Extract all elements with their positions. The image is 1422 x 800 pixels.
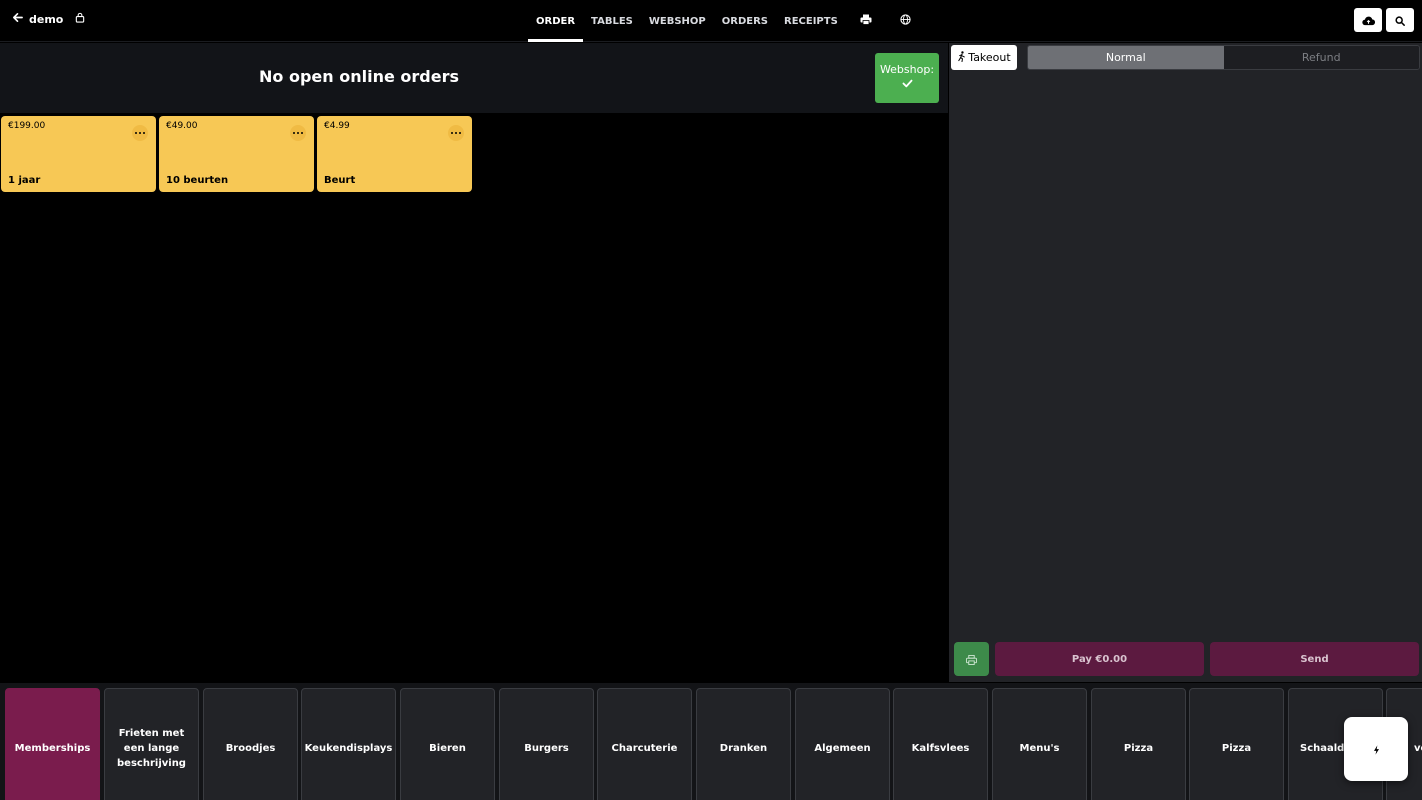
- search-icon: [1395, 11, 1405, 30]
- product-price: €49.00: [166, 121, 198, 131]
- more-options-icon[interactable]: [448, 125, 464, 141]
- product-card[interactable]: €199.00 1 jaar: [1, 116, 156, 192]
- top-right-actions: [1354, 8, 1414, 32]
- takeout-label: Takeout: [968, 51, 1011, 64]
- cloud-upload-icon: [1361, 11, 1375, 30]
- send-button[interactable]: Send: [1210, 642, 1419, 676]
- product-card[interactable]: €49.00 10 beurten: [159, 116, 314, 192]
- back-label: demo: [29, 12, 64, 26]
- walking-person-icon: [957, 50, 967, 65]
- tab-printer[interactable]: [846, 0, 886, 42]
- back-button[interactable]: demo: [12, 12, 85, 26]
- lock-icon[interactable]: [75, 12, 85, 26]
- print-receipt-button[interactable]: [954, 642, 989, 676]
- product-grid: €199.00 1 jaar €49.00 10 beurten €4.99 B…: [1, 116, 472, 192]
- quick-action-button[interactable]: [1344, 717, 1408, 781]
- tab-orders[interactable]: ORDERS: [714, 0, 776, 42]
- product-area: No open online orders Webshop: €199.00 1…: [0, 43, 948, 682]
- product-price: €4.99: [324, 121, 350, 131]
- printer-icon: [966, 650, 977, 669]
- tab-order[interactable]: ORDER: [528, 0, 584, 42]
- webshop-toggle-button[interactable]: Webshop:: [875, 53, 939, 103]
- mode-refund[interactable]: Refund: [1223, 46, 1419, 69]
- takeout-button[interactable]: Takeout: [951, 45, 1017, 70]
- category-frieten[interactable]: Frieten met een lange beschrijving: [104, 688, 199, 800]
- tab-webshop[interactable]: WEBSHOP: [641, 0, 714, 42]
- category-charcuterie[interactable]: Charcuterie: [597, 688, 692, 800]
- category-dranken[interactable]: Dranken: [696, 688, 791, 800]
- top-bar: demo ORDER TABLES WEBSHOP ORDERS RECEIPT…: [0, 0, 1422, 42]
- product-name: Beurt: [324, 175, 356, 186]
- category-bieren[interactable]: Bieren: [400, 688, 495, 800]
- product-card[interactable]: €4.99 Beurt: [317, 116, 472, 192]
- product-price: €199.00: [8, 121, 46, 131]
- category-burgers[interactable]: Burgers: [499, 688, 594, 800]
- arrow-left-icon: [12, 12, 23, 26]
- category-keukendisplays[interactable]: Keukendisplays: [301, 688, 396, 800]
- mode-normal[interactable]: Normal: [1028, 46, 1224, 69]
- lightning-icon: [1373, 740, 1380, 759]
- sync-button[interactable]: [1354, 8, 1382, 32]
- category-kalfsvlees[interactable]: Kalfsvlees: [893, 688, 988, 800]
- globe-icon: [900, 14, 911, 28]
- online-orders-title: No open online orders: [259, 67, 459, 86]
- tab-language[interactable]: [886, 0, 926, 42]
- product-name: 1 jaar: [8, 175, 41, 186]
- category-pizza[interactable]: Pizza: [1189, 688, 1284, 800]
- product-name: 10 beurten: [166, 175, 229, 186]
- pay-button[interactable]: Pay €0.00: [995, 642, 1204, 676]
- search-button[interactable]: [1386, 8, 1414, 32]
- category-broodjes[interactable]: Broodjes: [203, 688, 298, 800]
- printer-icon: [860, 14, 872, 28]
- check-icon: [875, 78, 939, 91]
- more-options-icon[interactable]: [290, 125, 306, 141]
- category-pizza[interactable]: Pizza: [1091, 688, 1186, 800]
- category-memberships[interactable]: Memberships: [5, 688, 100, 800]
- tab-tables[interactable]: TABLES: [583, 0, 641, 42]
- more-options-icon[interactable]: [132, 125, 148, 141]
- online-orders-banner: No open online orders Webshop:: [0, 43, 948, 113]
- tab-receipts[interactable]: RECEIPTS: [776, 0, 846, 42]
- category-bar: Memberships Frieten met een lange beschr…: [0, 683, 1422, 800]
- order-mode-toggle: Normal Refund: [1027, 45, 1420, 70]
- order-panel: Takeout Normal Refund Pay €0.00 Send: [949, 43, 1422, 682]
- category-menus[interactable]: Menu's: [992, 688, 1087, 800]
- category-algemeen[interactable]: Algemeen: [795, 688, 890, 800]
- main-nav: ORDER TABLES WEBSHOP ORDERS RECEIPTS: [528, 0, 926, 42]
- webshop-label: Webshop:: [879, 63, 935, 76]
